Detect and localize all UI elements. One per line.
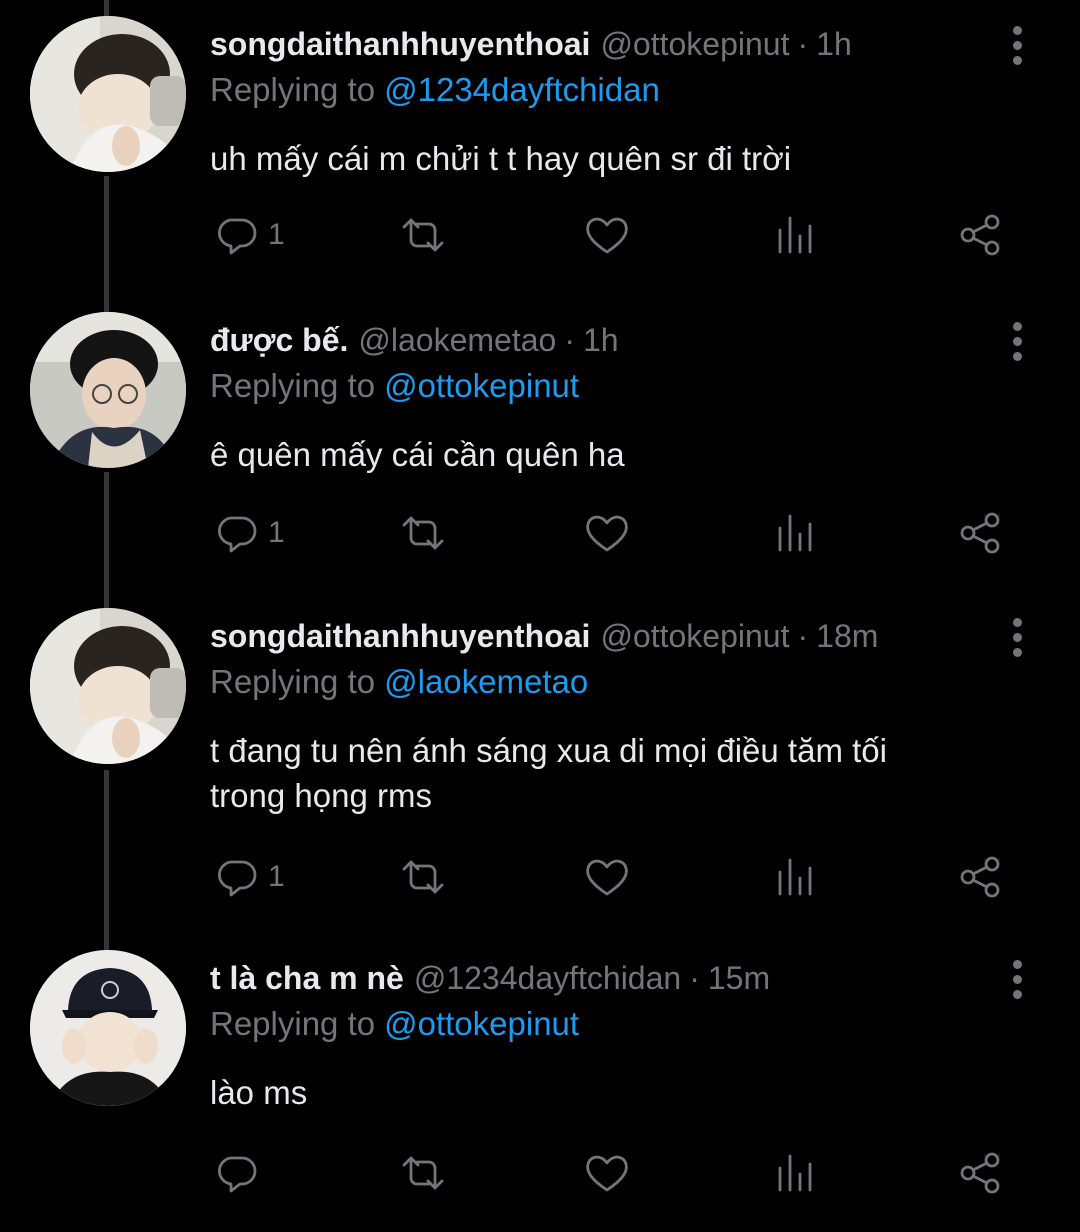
avatar[interactable] [30, 950, 186, 1106]
avatar[interactable] [30, 312, 186, 468]
user-handle[interactable]: @1234dayftchidan [414, 960, 681, 997]
separator-dot: · [797, 25, 809, 62]
more-icon[interactable] [1000, 612, 1034, 662]
heart-icon [586, 515, 628, 552]
reply-thread: songdaithanhhuyenthoai @ottokepinut · 1h… [0, 0, 1080, 1232]
replying-to: Replying to @1234dayftchidan [210, 71, 660, 109]
tweet-text: uh mấy cái m chửi t t hay quên sr đi trờ… [210, 140, 792, 177]
replying-to-handle[interactable]: @ottokepinut [384, 1005, 579, 1042]
tweet-text-line: t đang tu nên ánh sáng xua di mọi điều t… [210, 732, 887, 769]
display-name[interactable]: được bế. [210, 322, 348, 359]
views-button[interactable] [772, 1148, 818, 1198]
like-button[interactable] [584, 1148, 630, 1198]
user-handle[interactable]: @laokemetao [358, 322, 556, 359]
separator-dot: · [797, 617, 809, 654]
tweet[interactable]: được bế. @laokemetao · 1h Replying to @ot… [0, 312, 1080, 582]
retweet-button[interactable] [400, 210, 446, 260]
reply-button[interactable]: 1 [214, 210, 285, 260]
reply-count: 1 [268, 516, 285, 549]
replying-to-handle[interactable]: @laokemetao [384, 663, 588, 700]
reply-icon [218, 218, 257, 255]
tweet-header: t là cha m nè @1234dayftchidan · 15m [210, 956, 770, 1000]
display-name[interactable]: songdaithanhhuyenthoai [210, 618, 590, 655]
replying-to: Replying to @ottokepinut [210, 367, 579, 405]
replying-to-handle[interactable]: @1234dayftchidan [384, 71, 660, 108]
heart-icon [586, 217, 628, 254]
reply-button[interactable] [214, 1148, 268, 1198]
like-button[interactable] [584, 508, 630, 558]
replying-to: Replying to @laokemetao [210, 663, 588, 701]
views-icon [778, 1154, 812, 1192]
share-icon [960, 214, 1000, 256]
replying-to-label: Replying to [210, 367, 376, 404]
replying-to-handle[interactable]: @ottokepinut [384, 367, 579, 404]
timestamp[interactable]: 15m [708, 960, 770, 997]
avatar[interactable] [30, 608, 186, 764]
retweet-icon [402, 1156, 444, 1190]
tweet[interactable]: songdaithanhhuyenthoai @ottokepinut · 1h… [0, 16, 1080, 286]
reply-button[interactable]: 1 [214, 508, 285, 558]
timestamp[interactable]: 1h [583, 322, 619, 359]
tweet-header: được bế. @laokemetao · 1h [210, 318, 619, 362]
user-handle[interactable]: @ottokepinut [600, 618, 789, 655]
retweet-icon [402, 860, 444, 894]
like-button[interactable] [584, 210, 630, 260]
separator-dot: · [689, 959, 700, 996]
views-button[interactable] [772, 210, 818, 260]
timestamp[interactable]: 1h [816, 26, 852, 63]
more-icon[interactable] [1000, 20, 1034, 70]
thread-line [104, 0, 109, 16]
separator-dot: · [564, 321, 575, 358]
retweet-button[interactable] [400, 508, 446, 558]
tweet-text-line: trong họng rms [210, 777, 432, 814]
action-bar: 1 [0, 852, 1080, 902]
reply-icon [218, 1156, 257, 1193]
share-button[interactable] [958, 852, 1004, 902]
share-button[interactable] [958, 210, 1004, 260]
tweet-header: songdaithanhhuyenthoai @ottokepinut · 1h [210, 22, 852, 66]
tweet-text: t đang tu nên ánh sáng xua di mọi điều t… [210, 728, 1010, 818]
replying-to: Replying to @ottokepinut [210, 1005, 579, 1043]
retweet-icon [402, 218, 444, 252]
tweet-header: songdaithanhhuyenthoai @ottokepinut · 18… [210, 614, 878, 658]
replying-to-label: Replying to [210, 663, 376, 700]
heart-icon [586, 859, 628, 896]
action-bar [0, 1148, 1080, 1198]
replying-to-label: Replying to [210, 71, 376, 108]
retweet-icon [402, 516, 444, 550]
reply-count: 1 [268, 860, 285, 893]
views-button[interactable] [772, 508, 818, 558]
share-button[interactable] [958, 1148, 1004, 1198]
reply-button[interactable]: 1 [214, 852, 285, 902]
action-bar: 1 [0, 508, 1080, 558]
avatar[interactable] [30, 16, 186, 172]
views-icon [778, 216, 812, 254]
views-icon [778, 858, 812, 896]
heart-icon [586, 1155, 628, 1192]
tweet-text: ê quên mấy cái cần quên ha [210, 436, 625, 473]
action-bar: 1 [0, 210, 1080, 260]
retweet-button[interactable] [400, 1148, 446, 1198]
share-icon [960, 1152, 1000, 1194]
reply-count: 1 [268, 218, 285, 251]
replying-to-label: Replying to [210, 1005, 376, 1042]
reply-icon [218, 516, 257, 553]
share-button[interactable] [958, 508, 1004, 558]
reply-icon [218, 860, 257, 897]
user-handle[interactable]: @ottokepinut [600, 26, 789, 63]
share-icon [960, 856, 1000, 898]
like-button[interactable] [584, 852, 630, 902]
display-name[interactable]: songdaithanhhuyenthoai [210, 26, 590, 63]
more-icon[interactable] [1000, 954, 1034, 1004]
timestamp[interactable]: 18m [816, 618, 878, 655]
tweet[interactable]: t là cha m nè @1234dayftchidan · 15m Rep… [0, 950, 1080, 1220]
tweet-text: lào ms [210, 1074, 308, 1111]
share-icon [960, 512, 1000, 554]
more-icon[interactable] [1000, 316, 1034, 366]
tweet[interactable]: songdaithanhhuyenthoai @ottokepinut · 18… [0, 608, 1080, 928]
views-button[interactable] [772, 852, 818, 902]
views-icon [778, 514, 812, 552]
retweet-button[interactable] [400, 852, 446, 902]
display-name[interactable]: t là cha m nè [210, 960, 404, 997]
